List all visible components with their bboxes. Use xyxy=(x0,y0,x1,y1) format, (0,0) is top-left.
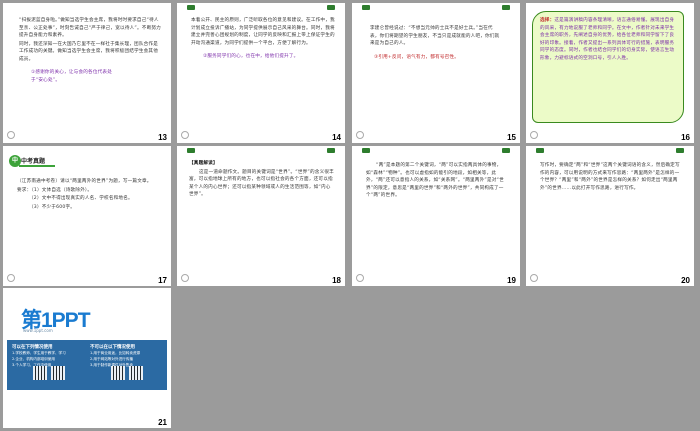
slide-menu-icon[interactable] xyxy=(529,273,539,283)
qr-code-icon xyxy=(129,366,143,380)
brand-url: www.1ppt.com xyxy=(23,328,53,333)
slide-13[interactable]: “扫拔泥蓝自身啦。”做知当选学生会主席，我将时时要求自己“待人至亲、公正处事”，… xyxy=(3,3,171,143)
slide-16[interactable]: 选择：这是篇演讲稿内容条理清晰，语言通俗易懂。展现出自身的风采，有力地说服了老师… xyxy=(526,3,694,143)
slide-text: 李建仑曾经说过：“不想当元帅的士兵不是好士兵。”当在代表，你们将期望的学生朋友，… xyxy=(370,25,500,62)
slide-17[interactable]: 中 中考真题 （江苏南通中考卷）请以“两里两外的世界”为题，写一篇文章。 要求：… xyxy=(3,146,171,286)
slide-text: “两”是本题的第二个关键词，“两”可以实指两具体的事物，如“森林”“物种”。也可… xyxy=(366,162,506,201)
slide-text: 【真题解读】 这是一道命题作文。题目的关键词是“世界”。“世界”的含义很丰富，可… xyxy=(189,160,335,200)
slide-menu-icon[interactable] xyxy=(6,130,16,140)
slide-number: 21 xyxy=(158,418,167,427)
slide-number: 14 xyxy=(332,133,341,142)
section-tag: 中考真题 xyxy=(21,158,46,165)
slide-menu-icon[interactable] xyxy=(355,130,365,140)
pin-icon xyxy=(536,148,544,153)
allowed-usage: 可以在下列情况使用 1.学校教师、学生用于教学、学习 2.企业、机构内部培训使用… xyxy=(12,344,86,368)
paragraph: （江苏南通中考卷）请以“两里两外的世界”为题，写一篇文章。 xyxy=(17,179,152,184)
forbidden-usage: 不可以在以下情况使用 1.用于商业用途，比如转卖资源 2.用于网站等对外进行传播… xyxy=(90,344,164,368)
paragraph: （2）文中不得出现真实的人名、学校名和地名。 xyxy=(29,196,133,202)
annotation: ①感谢你的关心，让与会的各位代表处于“安心处”。 xyxy=(31,70,113,84)
slide-text: 本着公开、民主的原则，广泛听取各位的意见和建议。在工作中，我计划成立投诉广播站，… xyxy=(191,17,335,62)
paragraph: 李建仑曾经说过：“不想当元帅的士兵不是好士兵。”当在代表，你们将期望的学生朋友，… xyxy=(370,26,500,47)
allowed-line: 3.个人学习、工作中使用 xyxy=(12,362,52,367)
pin-icon xyxy=(187,5,195,10)
qr-code-icon xyxy=(33,366,47,380)
paragraph: （3）不少于600字。 xyxy=(29,204,76,210)
section-title: 【真题解读】 xyxy=(189,161,218,166)
paragraph: 这是一道命题作文。题目的关键词是“世界”。“世界”的含义很丰富，可以指地球上所有… xyxy=(189,169,334,198)
slide-text: （江苏南通中考卷）请以“两里两外的世界”为题，写一篇文章。 要求：（1）文体自选… xyxy=(17,178,157,212)
paragraph: 写作时，要确定“两”和“世界”这两个关键词语的含义，然后确定写作的内容，可以用说… xyxy=(540,163,680,191)
pin-icon xyxy=(502,148,510,153)
slide-15[interactable]: 李建仑曾经说过：“不想当元帅的士兵不是好士兵。”当在代表，你们将期望的学生朋友，… xyxy=(352,3,520,143)
qr-code-icon xyxy=(111,366,125,380)
forbidden-line: 3.用于制作新课件对外售卖 xyxy=(90,362,133,367)
slide-menu-icon[interactable] xyxy=(529,130,539,140)
paragraph: “两”是本题的第二个关键词，“两”可以实指两具体的事物，如“森林”“物种”。也可… xyxy=(366,163,504,199)
pin-icon xyxy=(362,148,370,153)
slide-menu-icon[interactable] xyxy=(180,273,190,283)
pin-icon xyxy=(327,148,335,153)
slide-text: 选择：这是篇演讲稿内容条理清晰，语言通俗易懂。展现出自身的风采，有力地说服了老师… xyxy=(540,17,678,63)
slide-number: 16 xyxy=(681,133,690,142)
usage-terms-panel: 可以在下列情况使用 1.学校教师、学生用于教学、学习 2.企业、机构内部培训使用… xyxy=(7,340,167,390)
pin-icon xyxy=(187,148,195,153)
pin-icon xyxy=(502,5,510,10)
note-label: 选择： xyxy=(540,18,555,23)
slide-text: 写作时，要确定“两”和“世界”这两个关键词语的含义，然后确定写作的内容，可以用说… xyxy=(540,162,682,193)
slide-number: 15 xyxy=(507,133,516,142)
slide-20[interactable]: 写作时，要确定“两”和“世界”这两个关键词语的含义，然后确定写作的内容，可以用说… xyxy=(526,146,694,286)
slide-menu-icon[interactable] xyxy=(355,273,365,283)
slide-menu-icon[interactable] xyxy=(6,273,16,283)
slide-18[interactable]: 【真题解读】 这是一道命题作文。题目的关键词是“世界”。“世界”的含义很丰富，可… xyxy=(177,146,345,286)
slide-14[interactable]: 本着公开、民主的原则，广泛听取各位的意见和建议。在工作中，我计划成立投诉广播站，… xyxy=(177,3,345,143)
paragraph: 要求：（1）文体自选（诗歌除外）。 xyxy=(17,187,93,193)
slide-number: 20 xyxy=(681,276,690,285)
slide-number: 17 xyxy=(158,276,167,285)
annotation: ②服务同学们的心，也在中，给他们提升了。 xyxy=(203,54,299,60)
pin-icon xyxy=(676,148,684,153)
pin-icon xyxy=(362,5,370,10)
paragraph: 本着公开、民主的原则，广泛听取各位的意见和建议。在工作中，我计划成立投诉广播站，… xyxy=(191,18,335,46)
paragraph: “扫拔泥蓝自身啦。”做知当选学生会主席，我将时时要求自己“待人至亲、公正处事”，… xyxy=(19,18,161,39)
paragraph: 同时，我还深知一在大国乃它里不在一样社于集长理，团队合作是工作成功的关键。做知当… xyxy=(19,41,159,62)
slide-text: “扫拔泥蓝自身啦。”做知当选学生会主席，我将时时要求自己“待人至亲、公正处事”，… xyxy=(19,17,161,86)
qr-code-icon xyxy=(51,366,65,380)
slide-19[interactable]: “两”是本题的第二个关键词，“两”可以实指两具体的事物，如“森林”“物种”。也可… xyxy=(352,146,520,286)
slide-number: 19 xyxy=(507,276,516,285)
slide-number: 18 xyxy=(332,276,341,285)
slide-number: 13 xyxy=(158,133,167,142)
paragraph: 这是篇演讲稿内容条理清晰，语言通俗易懂。展现出自身的风采，有力地说服了老师和同学… xyxy=(540,18,675,61)
slide-21[interactable]: 第1PPT www.1ppt.com 可以在下列情况使用 1.学校教师、学生用于… xyxy=(3,288,171,428)
annotation: ③引用+反问，语气有力，都有号召性。 xyxy=(374,54,460,60)
pin-icon xyxy=(327,5,335,10)
tag-underline xyxy=(19,165,55,167)
slide-menu-icon[interactable] xyxy=(180,130,190,140)
